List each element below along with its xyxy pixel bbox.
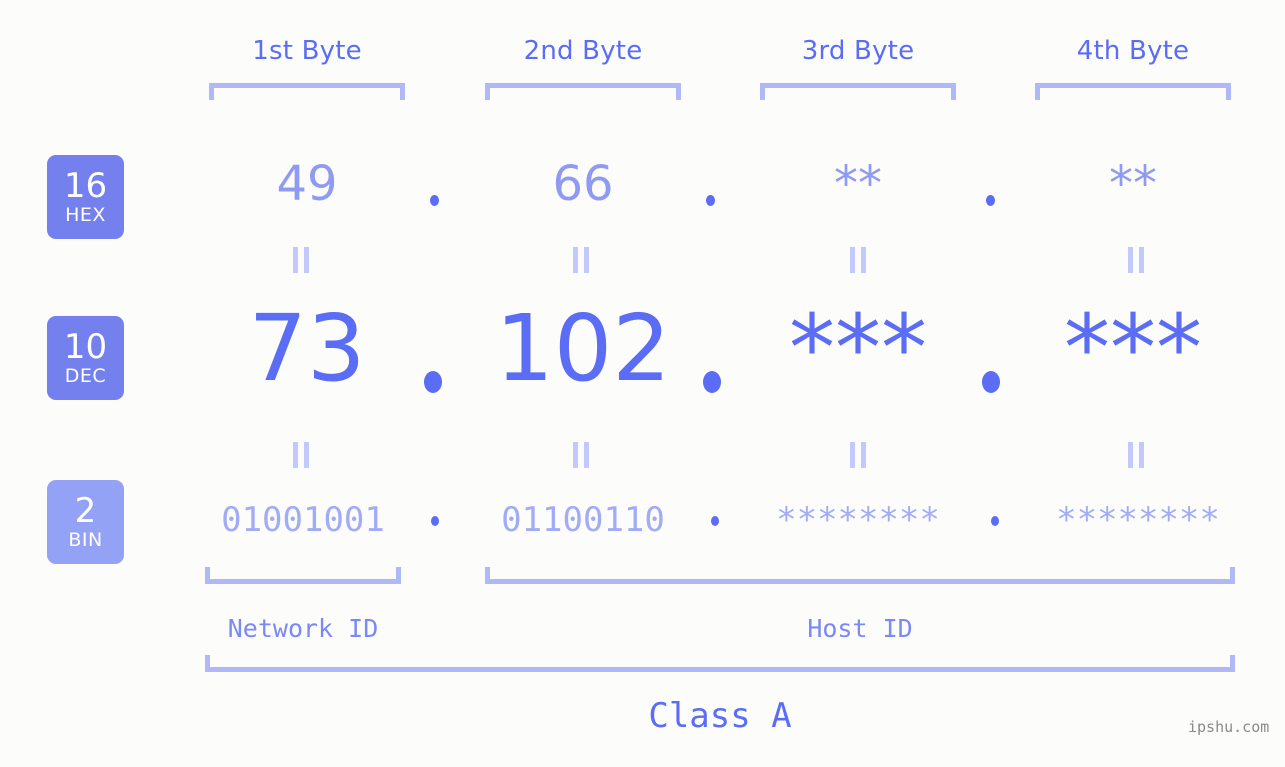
hex-byte-2: 66 bbox=[552, 156, 614, 212]
base-badge-dec-name: DEC bbox=[64, 365, 107, 387]
host-id-bracket bbox=[485, 567, 1235, 584]
byte-header-1: 1st Byte bbox=[252, 36, 362, 66]
base-badge-hex-name: HEX bbox=[65, 204, 106, 226]
base-badge-bin: 2 BIN bbox=[47, 480, 124, 564]
base-badge-bin-name: BIN bbox=[68, 529, 103, 551]
equals-icon-hex-dec-2 bbox=[573, 247, 589, 273]
bin-byte-4: ******** bbox=[1056, 500, 1220, 540]
base-badge-dec: 10 DEC bbox=[47, 316, 124, 400]
equals-icon-hex-dec-3 bbox=[850, 247, 866, 273]
site-watermark: ipshu.com bbox=[1188, 718, 1270, 736]
base-badge-dec-number: 10 bbox=[63, 327, 108, 367]
host-id-label: Host ID bbox=[807, 614, 913, 643]
bin-byte-2: 01100110 bbox=[501, 500, 665, 540]
byte-bracket-3 bbox=[760, 83, 956, 100]
base-badge-hex-number: 16 bbox=[63, 166, 108, 206]
hex-dot-separator-2 bbox=[706, 195, 715, 206]
hex-byte-4: ** bbox=[1109, 156, 1157, 212]
byte-bracket-2 bbox=[485, 83, 681, 100]
bin-byte-3: ******** bbox=[776, 500, 940, 540]
bin-dot-separator-2 bbox=[711, 516, 719, 526]
bin-dot-separator-1 bbox=[431, 516, 439, 526]
bin-byte-1: 01001001 bbox=[221, 500, 385, 540]
equals-icon-hex-dec-1 bbox=[293, 247, 309, 273]
dec-byte-1: 73 bbox=[248, 295, 366, 402]
equals-icon-dec-bin-4 bbox=[1128, 442, 1144, 468]
equals-icon-dec-bin-2 bbox=[573, 442, 589, 468]
network-id-label: Network ID bbox=[227, 614, 379, 643]
class-label: Class A bbox=[648, 696, 792, 736]
equals-icon-hex-dec-4 bbox=[1128, 247, 1144, 273]
byte-header-4: 4th Byte bbox=[1076, 36, 1190, 66]
dec-dot-separator-3 bbox=[982, 371, 1000, 393]
base-badge-hex: 16 HEX bbox=[47, 155, 124, 239]
hex-dot-separator-1 bbox=[430, 195, 439, 206]
dec-byte-4: *** bbox=[1064, 295, 1202, 402]
class-bracket bbox=[205, 655, 1235, 672]
dec-byte-3: *** bbox=[789, 295, 927, 402]
hex-dot-separator-3 bbox=[986, 195, 995, 206]
byte-bracket-4 bbox=[1035, 83, 1231, 100]
hex-byte-1: 49 bbox=[276, 156, 338, 212]
bin-dot-separator-3 bbox=[991, 516, 999, 526]
equals-icon-dec-bin-1 bbox=[293, 442, 309, 468]
base-badge-bin-number: 2 bbox=[74, 491, 97, 531]
dec-byte-2: 102 bbox=[495, 295, 671, 402]
network-id-bracket bbox=[205, 567, 401, 584]
hex-byte-3: ** bbox=[834, 156, 882, 212]
byte-header-2: 2nd Byte bbox=[523, 36, 643, 66]
dec-dot-separator-1 bbox=[424, 371, 442, 393]
equals-icon-dec-bin-3 bbox=[850, 442, 866, 468]
ip-address-breakdown-diagram: 1st Byte 2nd Byte 3rd Byte 4th Byte 16 H… bbox=[0, 0, 1285, 767]
byte-bracket-1 bbox=[209, 83, 405, 100]
byte-header-3: 3rd Byte bbox=[801, 36, 915, 66]
dec-dot-separator-2 bbox=[703, 371, 721, 393]
